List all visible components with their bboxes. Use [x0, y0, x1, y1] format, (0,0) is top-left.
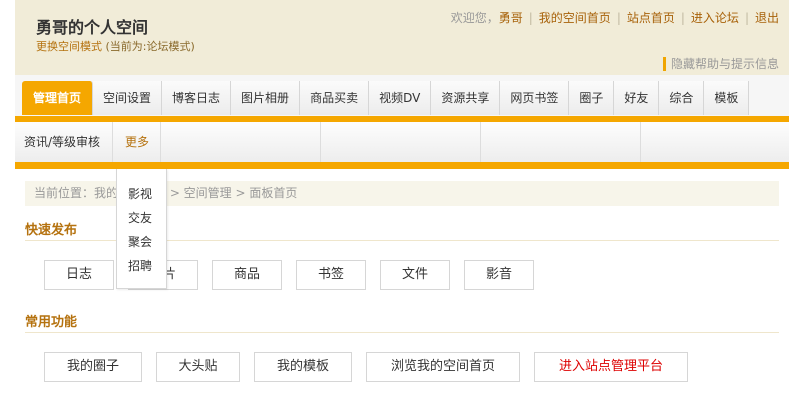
section-divider [25, 332, 779, 333]
publish-blog-button[interactable]: 日志 [44, 260, 114, 290]
menu-item-dating[interactable]: 交友 [128, 209, 152, 226]
tab-general[interactable]: 综合 [659, 81, 705, 115]
subnav-underline [15, 162, 789, 169]
top-links: 欢迎您，勇哥 | 我的空间首页 | 站点首页 | 进入论坛 | 退出 [450, 11, 779, 25]
subnav-divider [480, 122, 481, 162]
header-bar: 勇哥的个人空间 更换空间模式 (当前为:论坛模式) 欢迎您，勇哥 | 我的空间首页 |… [15, 0, 789, 75]
menu-item-movies[interactable]: 影视 [128, 185, 152, 202]
subnav-divider [112, 122, 113, 162]
subnav-divider [640, 122, 641, 162]
tab-goods-trade[interactable]: 商品买卖 [300, 81, 370, 115]
quick-publish-title: 快速发布 [25, 223, 78, 238]
tab-resource-share[interactable]: 资源共享 [431, 81, 501, 115]
tab-circles[interactable]: 圈子 [569, 81, 615, 115]
help-toggle[interactable]: 隐藏帮助与提示信息 [662, 57, 779, 71]
logout-link[interactable]: 退出 [755, 11, 779, 25]
tab-video[interactable]: 视频DV [369, 81, 432, 115]
site-title: 勇哥的个人空间 [36, 18, 149, 37]
site-home-link[interactable]: 站点首页 [627, 11, 675, 25]
menu-item-gathering[interactable]: 聚会 [128, 233, 152, 250]
more-dropdown-menu: 影视 交友 聚会 招聘 [116, 169, 167, 289]
tab-bookmarks[interactable]: 网页书签 [500, 81, 570, 115]
subnav-info-review[interactable]: 资讯/等级审核 [24, 122, 100, 162]
tab-space-settings[interactable]: 空间设置 [93, 81, 163, 115]
space-mode-line: 更换空间模式 (当前为:论坛模式) [36, 38, 195, 54]
my-space-home-link[interactable]: 我的空间首页 [539, 11, 611, 25]
username-link[interactable]: 勇哥 [499, 11, 523, 25]
photo-sticker-button[interactable]: 大头贴 [156, 352, 240, 382]
subnav-more[interactable]: 更多 [125, 122, 149, 162]
publish-media-button[interactable]: 影音 [464, 260, 534, 290]
enter-forum-link[interactable]: 进入论坛 [691, 11, 739, 25]
main-nav: 管理首页 空间设置 博客日志 图片相册 商品买卖 视频DV 资源共享 网页书签 … [15, 75, 789, 116]
menu-item-jobs[interactable]: 招聘 [128, 257, 152, 274]
tab-photo-album[interactable]: 图片相册 [231, 81, 301, 115]
publish-goods-button[interactable]: 商品 [212, 260, 282, 290]
tab-friends[interactable]: 好友 [614, 81, 660, 115]
subnav-divider [160, 122, 161, 162]
site-admin-button[interactable]: 进入站点管理平台 [534, 352, 688, 382]
sub-nav: 资讯/等级审核 更多 [15, 122, 789, 162]
browse-space-home-button[interactable]: 浏览我的空间首页 [366, 352, 520, 382]
publish-file-button[interactable]: 文件 [380, 260, 450, 290]
my-templates-button[interactable]: 我的模板 [254, 352, 352, 382]
common-functions-title: 常用功能 [25, 315, 78, 330]
tab-blog[interactable]: 博客日志 [162, 81, 232, 115]
tab-admin-home[interactable]: 管理首页 [22, 81, 94, 115]
current-mode-label: (当前为:论坛模式) [105, 40, 195, 53]
publish-bookmark-button[interactable]: 书签 [296, 260, 366, 290]
welcome-text: 欢迎您， [450, 11, 499, 25]
my-circles-button[interactable]: 我的圈子 [44, 352, 142, 382]
tab-templates[interactable]: 模板 [704, 81, 750, 115]
subnav-divider [320, 122, 321, 162]
switch-mode-link[interactable]: 更换空间模式 [36, 40, 102, 53]
